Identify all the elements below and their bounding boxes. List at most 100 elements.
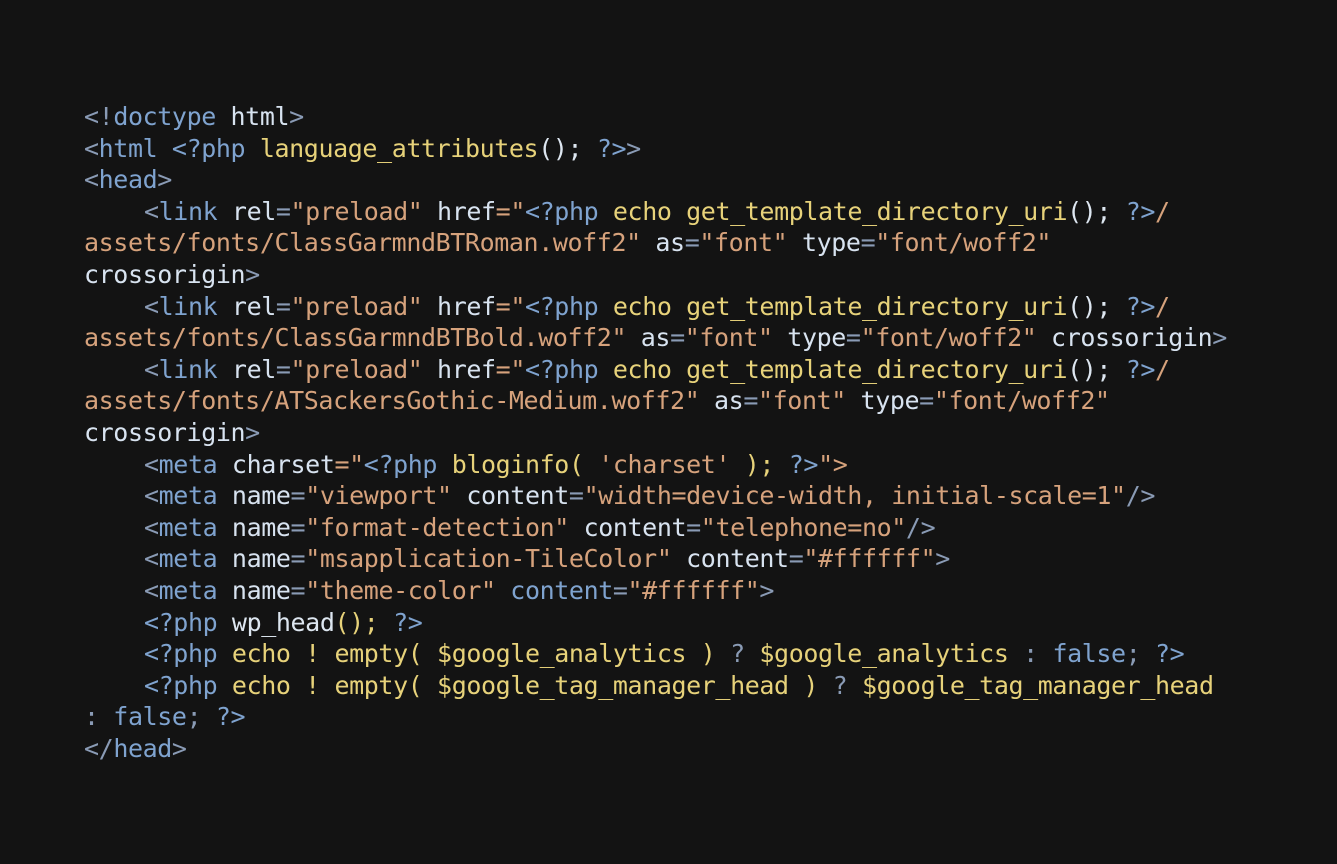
- code-token: <?php: [524, 196, 599, 226]
- code-token: rel: [217, 196, 276, 226]
- code-token: >: [935, 544, 950, 574]
- code-token: language_attributes: [245, 133, 539, 163]
- code-token: ?: [715, 639, 745, 669]
- code-line: <meta name="msapplication-TileColor" con…: [84, 543, 1284, 575]
- code-token: link: [158, 196, 218, 226]
- code-line: <!doctype html>: [84, 101, 1284, 133]
- code-line: <?php echo ! empty( $google_analytics ) …: [84, 638, 1284, 670]
- code-line: <link rel="preload" href="<?php echo get…: [84, 291, 1284, 323]
- code-token: <: [144, 575, 159, 605]
- code-token: echo get_template_directory_uri: [598, 291, 1068, 321]
- code-token: <: [144, 196, 159, 226]
- code-token: href: [422, 291, 496, 321]
- code-token: "preload": [290, 196, 423, 226]
- code-token: =": [495, 354, 526, 384]
- code-line: assets/fonts/ClassGarmndBTRoman.woff2" a…: [84, 227, 1284, 259]
- code-token: =": [495, 196, 526, 226]
- code-token: bloginfo: [437, 449, 570, 479]
- code-token: <!: [84, 102, 114, 131]
- code-token: ?>: [378, 607, 423, 637]
- code-token: href: [422, 196, 496, 226]
- code-token: =: [670, 323, 685, 353]
- code-token: ();: [1067, 196, 1112, 226]
- code-token: =: [788, 544, 804, 574]
- code-token: "font/woff2": [860, 323, 1037, 353]
- code-token: name: [217, 575, 291, 605]
- code-token: rel: [217, 291, 276, 321]
- code-token: =: [686, 512, 701, 542]
- code-token: =: [860, 228, 876, 258]
- code-token: ?: [818, 670, 848, 700]
- code-token: false: [1037, 639, 1126, 669]
- code-token: echo get_template_directory_uri: [598, 354, 1068, 384]
- code-token: ;: [186, 702, 202, 732]
- code-token: wp_head: [217, 607, 335, 637]
- code-token: (: [407, 639, 438, 669]
- code-token: type: [787, 228, 861, 258]
- code-token: rel: [217, 354, 276, 384]
- code-token: meta: [158, 544, 218, 574]
- code-token: "#ffffff": [627, 575, 760, 605]
- code-token: content: [671, 544, 789, 574]
- code-token: =: [919, 386, 934, 416]
- code-line: assets/fonts/ClassGarmndBTBold.woff2" as…: [84, 322, 1284, 354]
- code-line: <head>: [84, 164, 1284, 196]
- code-token: ?>: [201, 702, 246, 732]
- code-token: charset: [217, 449, 335, 479]
- code-token: />: [905, 512, 936, 542]
- code-token: >: [1212, 323, 1227, 353]
- code-token: 'charset': [598, 449, 731, 479]
- code-token: <?php: [157, 133, 246, 163]
- code-line: <meta name="theme-color" content="#fffff…: [84, 575, 1284, 607]
- code-line: <html <?php language_attributes(); ?>>: [84, 133, 1284, 165]
- code-token: "font": [684, 323, 773, 353]
- code-token: meta: [158, 512, 218, 542]
- code-token: name: [217, 481, 291, 511]
- code-token: ();: [1067, 291, 1112, 321]
- code-token: <?php: [144, 670, 218, 700]
- code-token: <?php: [144, 607, 218, 637]
- code-token: ">: [818, 449, 848, 479]
- code-token: />: [1125, 481, 1156, 511]
- code-line: <link rel="preload" href="<?php echo get…: [84, 354, 1284, 386]
- code-token: false: [98, 702, 187, 732]
- code-token: "preload": [290, 291, 423, 321]
- code-token: =: [290, 575, 306, 605]
- code-token: :: [1008, 639, 1038, 669]
- code-token: =: [612, 575, 628, 605]
- code-line: <meta name="format-detection" content="t…: [84, 512, 1284, 544]
- code-token: head: [113, 733, 172, 763]
- code-token: as: [640, 228, 685, 258]
- code-token: content: [495, 575, 613, 605]
- code-token: assets/fonts/ATSackersGothic-Medium.woff…: [84, 386, 700, 416]
- code-token: <: [144, 291, 159, 321]
- code-token: $google_tag_manager_head: [847, 670, 1214, 700]
- code-token: html: [215, 102, 290, 131]
- code-token: =: [290, 481, 306, 511]
- code-token: "format-detection": [305, 512, 569, 542]
- code-token: <: [144, 354, 159, 384]
- code-token: );: [730, 449, 775, 479]
- code-token: assets/fonts/ClassGarmndBTBold.woff2": [84, 323, 627, 353]
- code-token: name: [217, 544, 291, 574]
- code-token: as: [699, 386, 744, 416]
- code-token: <: [144, 481, 159, 511]
- code-token: $google_tag_manager_head: [437, 670, 789, 700]
- code-token: /: [1155, 291, 1170, 321]
- code-token: </: [84, 733, 114, 763]
- code-token: meta: [158, 575, 218, 605]
- code-token: crossorigin: [84, 417, 246, 447]
- code-token: content: [568, 512, 687, 542]
- code-token: >: [759, 575, 775, 605]
- code-token: "preload": [290, 354, 423, 384]
- code-token: name: [217, 512, 291, 542]
- code-token: (: [407, 670, 438, 700]
- code-token: ?>: [1140, 639, 1185, 669]
- code-token: /: [1155, 196, 1170, 226]
- code-token: <?php: [524, 354, 599, 384]
- code-token: link: [158, 354, 218, 384]
- code-token: :: [84, 702, 99, 732]
- code-token: doctype: [113, 102, 216, 131]
- code-block: <!doctype html> <html <?php language_attr…: [84, 101, 1284, 764]
- code-line: </head>: [84, 733, 1284, 765]
